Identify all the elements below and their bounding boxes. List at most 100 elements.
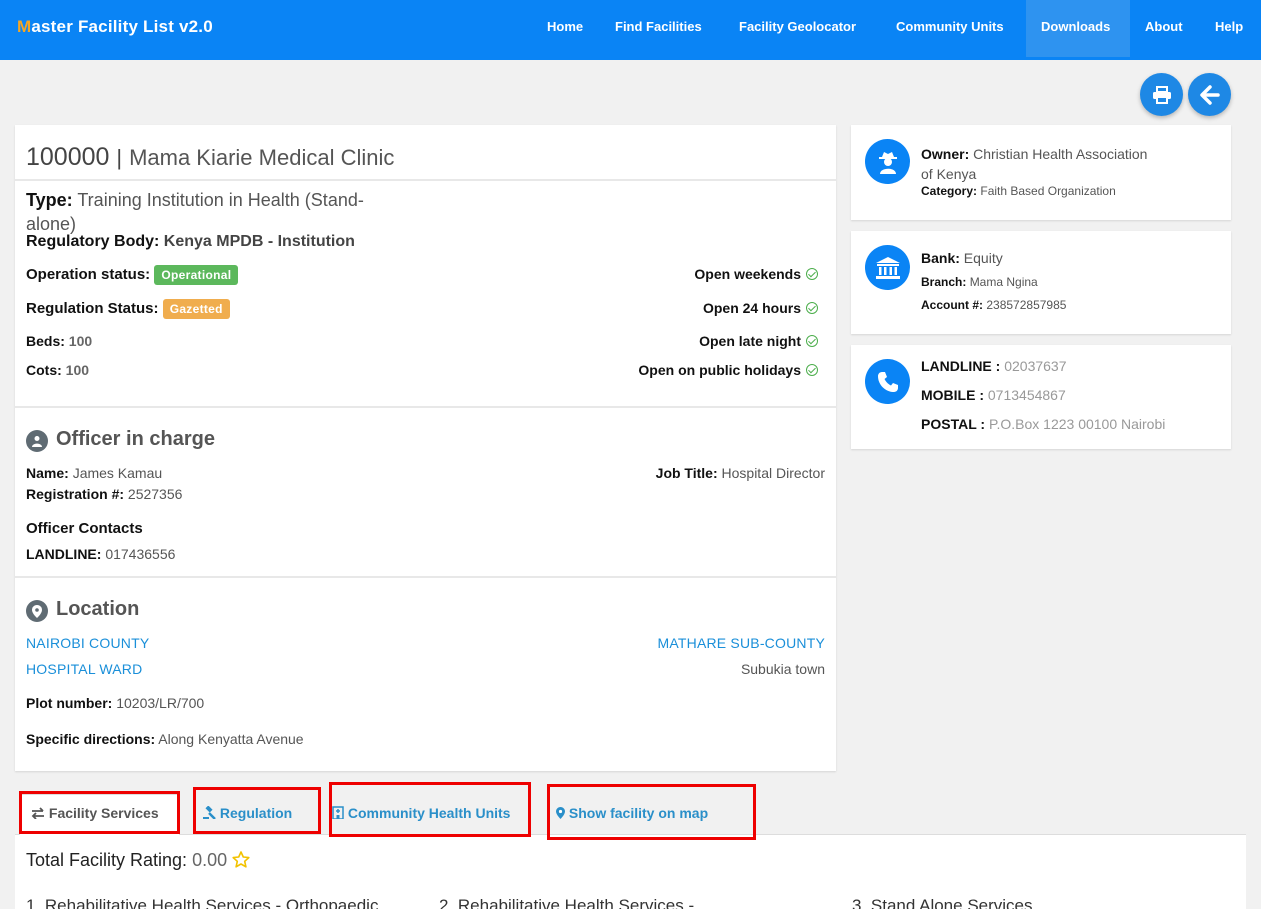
owner: Owner: Christian Health Association of K… bbox=[921, 144, 1147, 184]
arrow-left-icon bbox=[1199, 84, 1220, 105]
tab-facility-services-label[interactable]: Facility Services bbox=[31, 805, 159, 821]
nav-downloads[interactable]: Downloads bbox=[1026, 0, 1130, 57]
printer-icon bbox=[1152, 85, 1171, 104]
contact-landline: LANDLINE : 02037637 bbox=[921, 358, 1067, 374]
account-value: 238572857985 bbox=[986, 298, 1067, 312]
officer-name-label: Name: bbox=[26, 465, 69, 481]
account-label: Account #: bbox=[921, 298, 984, 312]
facility-code: 100000 bbox=[26, 143, 110, 171]
divider bbox=[15, 576, 836, 578]
contact-postal: POSTAL : P.O.Box 1223 00100 Nairobi bbox=[921, 416, 1165, 432]
officer-name-value: James Kamau bbox=[72, 465, 163, 481]
officer-contacts-label: Officer Contacts bbox=[26, 520, 143, 537]
officer-reg-label: Registration #: bbox=[26, 486, 125, 502]
officer-title: Officer in charge bbox=[56, 428, 215, 450]
account: Account #: 238572857985 bbox=[921, 298, 1066, 312]
category-value: Faith Based Organization bbox=[980, 184, 1116, 198]
phone-icon bbox=[865, 359, 910, 404]
service-item-2: 2. Rehabilitative Health Services - bbox=[439, 896, 695, 909]
check-circle-icon bbox=[806, 335, 818, 348]
nav-facility-geolocator[interactable]: Facility Geolocator bbox=[724, 0, 871, 57]
regulatory-body: Regulatory Body: Kenya MPDB - Institutio… bbox=[26, 233, 355, 251]
specific-directions: Specific directions: Along Kenyatta Aven… bbox=[26, 731, 304, 747]
officer-landline-value: 017436556 bbox=[105, 546, 176, 562]
officer-contacts-title: Officer Contacts bbox=[26, 520, 143, 537]
contact-landline-value: 02037637 bbox=[1004, 358, 1067, 374]
check-circle-icon bbox=[806, 364, 818, 377]
officer-job-value: Hospital Director bbox=[721, 465, 825, 481]
gavel-icon bbox=[203, 805, 216, 820]
location-title: Location bbox=[56, 598, 140, 620]
regulation-label: Regulation Status: bbox=[26, 299, 159, 317]
operational-badge: Operational bbox=[154, 265, 239, 285]
open-weekends: Open weekends bbox=[694, 266, 818, 282]
total-rating: Total Facility Rating: 0.00 bbox=[26, 850, 250, 871]
nav-about[interactable]: About bbox=[1130, 0, 1198, 57]
service-item-3: 3. Stand Alone Services bbox=[852, 896, 1033, 909]
divider bbox=[15, 406, 836, 408]
exchange-icon bbox=[31, 807, 44, 820]
beds-label: Beds: bbox=[26, 333, 65, 349]
brand-logo[interactable]: Master Facility List v2.0 bbox=[17, 17, 213, 37]
officer-section-header: Officer in charge bbox=[26, 428, 215, 453]
open-24-label: Open 24 hours bbox=[702, 300, 801, 316]
contact-mobile: MOBILE : 0713454867 bbox=[921, 387, 1066, 403]
officer-job-title: Job Title: Hospital Director bbox=[656, 465, 825, 481]
contact-mobile-label: MOBILE : bbox=[921, 387, 984, 403]
category: Category: Faith Based Organization bbox=[921, 184, 1116, 198]
sub-county-link[interactable]: MATHARE SUB-COUNTY bbox=[658, 635, 825, 651]
tab-chu-label[interactable]: Community Health Units bbox=[332, 805, 510, 821]
bank-card: Bank: Equity Branch: Mama Ngina Account … bbox=[851, 231, 1231, 334]
open-holidays-label: Open on public holidays bbox=[638, 362, 801, 378]
facility-services-panel: Total Facility Rating: 0.00 1. Rehabilit… bbox=[15, 834, 1246, 909]
rating-label: Total Facility Rating: bbox=[26, 850, 188, 870]
map-marker-icon bbox=[26, 600, 48, 623]
contact-mobile-value: 0713454867 bbox=[987, 387, 1066, 403]
ward-link[interactable]: HOSPITAL WARD bbox=[26, 661, 142, 677]
owner-value-cont: of Kenya bbox=[921, 166, 977, 182]
town: Subukia town bbox=[740, 661, 825, 677]
nav-help[interactable]: Help bbox=[1200, 0, 1258, 57]
user-md-icon bbox=[26, 430, 48, 453]
brand-initial: M bbox=[17, 17, 32, 36]
service-item-1: 1. Rehabilitative Health Services - Orth… bbox=[26, 896, 379, 909]
directions-label: Specific directions: bbox=[26, 731, 156, 747]
nav-home[interactable]: Home bbox=[532, 0, 598, 57]
open-late-label: Open late night bbox=[699, 333, 801, 349]
bank: Bank: Equity bbox=[921, 250, 1003, 266]
type-value: Training Institution in Health (Stand- bbox=[77, 190, 364, 210]
cots: Cots: 100 bbox=[26, 362, 89, 378]
plot-number: Plot number: 10203/LR/700 bbox=[26, 695, 204, 711]
contact-landline-label: LANDLINE : bbox=[921, 358, 1001, 374]
nav-find-facilities[interactable]: Find Facilities bbox=[600, 0, 717, 57]
tab-regulation-label[interactable]: Regulation bbox=[203, 805, 292, 821]
tab-map-text: Show facility on map bbox=[568, 805, 709, 821]
owner-value: Christian Health Association bbox=[973, 146, 1148, 162]
beds: Beds: 100 bbox=[26, 333, 92, 349]
back-button[interactable] bbox=[1188, 73, 1231, 116]
open-public-holidays: Open on public holidays bbox=[638, 362, 818, 378]
map-marker-icon bbox=[556, 807, 565, 819]
officer-name: Name: James Kamau bbox=[26, 465, 162, 481]
operation-label: Operation status: bbox=[26, 265, 151, 283]
gazetted-badge: Gazetted bbox=[162, 299, 230, 319]
officer-landline: LANDLINE: 017436556 bbox=[26, 546, 175, 562]
regulatory-label: Regulatory Body: bbox=[26, 233, 160, 250]
branch: Branch: Mama Ngina bbox=[921, 275, 1038, 289]
cots-value: 100 bbox=[65, 362, 90, 378]
regulation-status: Regulation Status: Gazetted bbox=[26, 299, 230, 319]
bank-value: Equity bbox=[963, 250, 1003, 266]
directions-value: Along Kenyatta Avenue bbox=[158, 731, 304, 747]
officer-reg-value: 2527356 bbox=[127, 486, 183, 502]
user-secret-icon bbox=[865, 139, 910, 184]
print-button[interactable] bbox=[1140, 73, 1183, 116]
county-link[interactable]: NAIROBI COUNTY bbox=[26, 635, 149, 651]
officer-registration: Registration #: 2527356 bbox=[26, 486, 182, 502]
category-label: Category: bbox=[921, 184, 978, 198]
regulatory-value: Kenya MPDB - Institution bbox=[163, 233, 355, 250]
nav-community-units[interactable]: Community Units bbox=[881, 0, 1019, 57]
tab-map-label[interactable]: Show facility on map bbox=[556, 805, 708, 821]
brand-text: aster Facility List v2.0 bbox=[31, 17, 213, 36]
hospital-building-icon bbox=[332, 806, 344, 820]
location-section-header: Location bbox=[26, 598, 140, 623]
